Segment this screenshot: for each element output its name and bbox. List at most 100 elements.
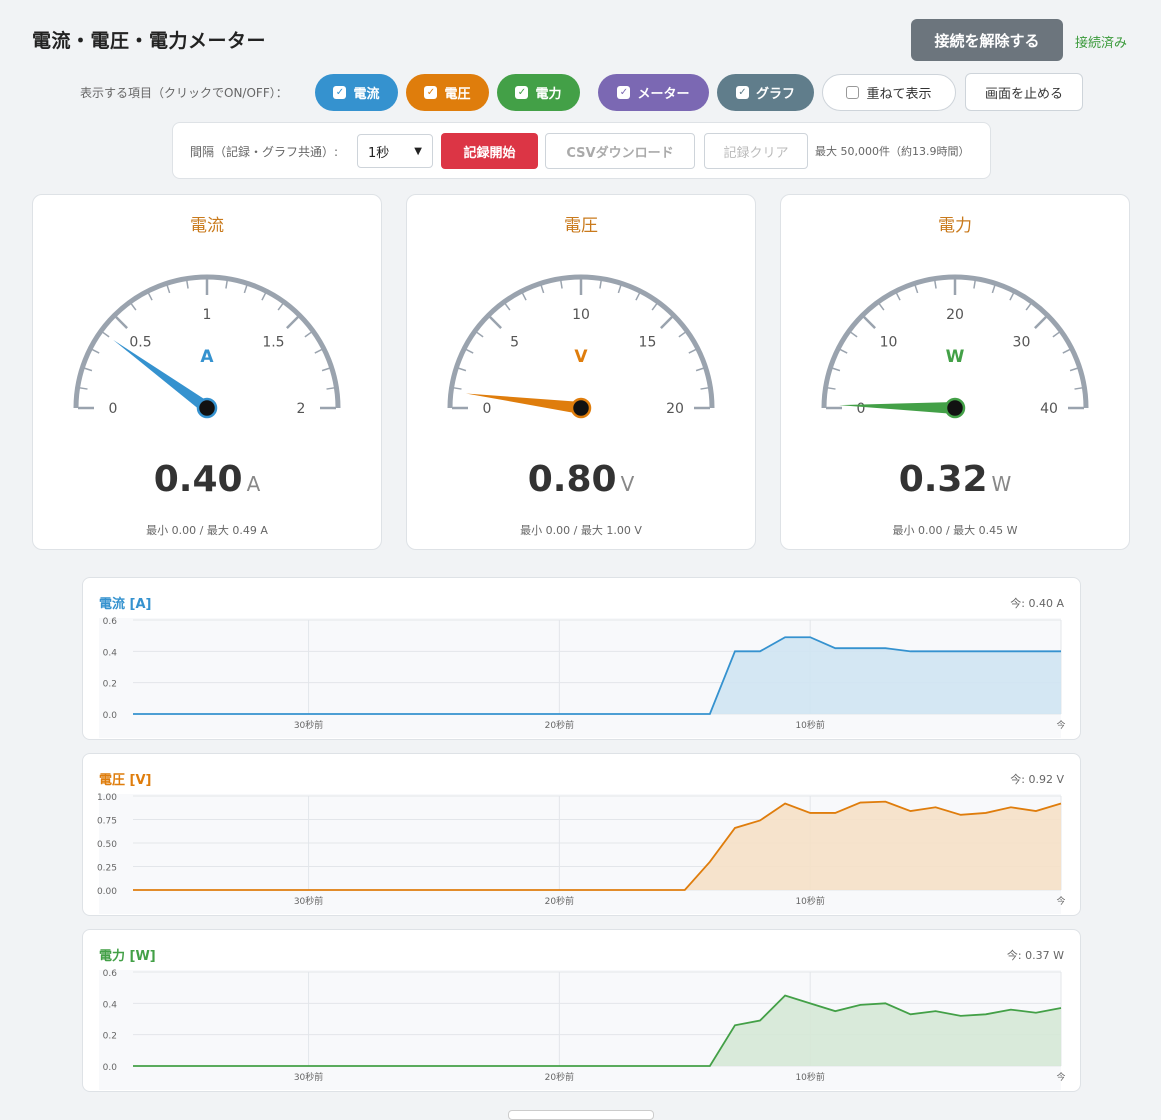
record-start-button[interactable]: 記録開始 — [441, 133, 538, 169]
record-clear-button[interactable]: 記録クリア — [704, 133, 808, 169]
csv-download-button[interactable]: CSVダウンロード — [545, 133, 695, 169]
toggle-overlay[interactable]: 重ねて表示 — [822, 74, 956, 111]
gauge-tick-label: 20 — [666, 401, 684, 417]
gauge-minor-tick — [1074, 387, 1083, 390]
chart-y-tick-label: 0.2 — [103, 1032, 117, 1042]
gauge-hub — [196, 397, 218, 419]
gauge-minor-tick — [839, 348, 848, 354]
gauge-minor-tick — [850, 331, 858, 338]
gauge-minor-tick — [560, 280, 563, 289]
gauge-minor-tick — [827, 387, 836, 390]
gauge-needle — [113, 339, 211, 413]
chart-y-tick-label: 0.0 — [103, 1063, 118, 1073]
gauge-major-tick — [1034, 315, 1048, 329]
toggle-label: グラフ — [755, 87, 795, 102]
gauge-minor-tick — [599, 280, 602, 289]
chart-plot: 0.0 0.2 0.4 0.6 30秒前 20秒前 10秒前 今 — [99, 617, 1066, 738]
gauge-major-tick — [114, 315, 128, 329]
gauge-minor-tick — [166, 285, 171, 294]
interval-select[interactable]: 1秒 ▼ — [357, 134, 433, 168]
gauge-minor-tick — [521, 292, 527, 301]
gauge-minor-tick — [1052, 331, 1060, 338]
gauge: 0 5 10 15 20 V — [447, 274, 715, 419]
meter-value: 0.32 — [898, 459, 988, 500]
gauge-minor-tick — [102, 331, 110, 338]
toggle-label: メーター — [637, 87, 690, 102]
meter-unit: W — [991, 472, 1012, 496]
checkbox-checked-icon: ✓ — [424, 86, 438, 99]
chart-plot: 0.00 0.25 0.50 0.75 1.00 30秒前 20秒前 10秒前 今 — [97, 793, 1066, 914]
pause-screen-button[interactable]: 画面を止める — [965, 73, 1083, 111]
chart-plot: 0.0 0.2 0.4 0.6 30秒前 20秒前 10秒前 今 — [99, 969, 1066, 1090]
chart-y-tick-label: 0.4 — [103, 1000, 118, 1010]
checkbox-checked-icon: ✓ — [617, 86, 631, 99]
gauge-tick-label: 20 — [946, 307, 964, 323]
gauge-minor-tick — [225, 280, 228, 289]
chart-x-tick-label: 20秒前 — [545, 895, 574, 907]
meter-unit: A — [246, 472, 261, 496]
interval-value: 1秒 — [368, 145, 390, 161]
chart-y-tick-label: 0.0 — [103, 711, 118, 721]
disconnect-button[interactable]: 接続を解除する — [911, 19, 1063, 61]
toggle-label: 電流 — [353, 87, 380, 102]
chart-x-tick-label: 30秒前 — [294, 719, 323, 731]
checkbox-checked-icon: ✓ — [735, 86, 749, 99]
gauge-tick-label: 40 — [1040, 401, 1058, 417]
gauge-hub — [570, 397, 592, 419]
gauge-tick-label: 30 — [1013, 335, 1031, 351]
gauge-arc — [821, 274, 1089, 409]
gauge: 0 0.5 1 1.5 2 A — [73, 274, 341, 419]
gauge-minor-tick — [465, 348, 474, 354]
chart-card-voltage: 電圧 [V] 今: 0.92 V 0.00 0.25 0.50 0.75 1.00 30秒… — [82, 753, 1081, 916]
chart-x-tick-label: 10秒前 — [795, 895, 824, 907]
gauge-minor-tick — [504, 303, 511, 311]
gauge-minor-tick — [934, 280, 937, 289]
gauge-minor-tick — [991, 285, 996, 294]
meter-readout: 0.32 W — [781, 459, 1129, 500]
gauge-tick-label: 1 — [203, 307, 212, 323]
gauge-tick-label: 1.5 — [262, 335, 284, 351]
toggle-power[interactable]: ✓ 電力 — [497, 74, 580, 111]
chart-y-tick-label: 0.6 — [103, 969, 118, 979]
gauge-major-tick — [660, 315, 674, 329]
meter-readout: 0.40 A — [33, 459, 381, 500]
gauge-major-tick — [862, 315, 876, 329]
gauge-minor-tick — [277, 303, 284, 311]
chart-x-tick-label: 10秒前 — [795, 1071, 824, 1083]
toggle-voltage[interactable]: ✓ 電圧 — [406, 74, 489, 111]
gauge-minor-tick — [1009, 292, 1015, 301]
meter-card-current: 電流 0 0.5 1 1.5 2 A 0.40 A 最小 0.00 / 最大 0.49 A — [32, 194, 382, 550]
gauge-tick-label: 10 — [572, 307, 590, 323]
gauge-tick-label: 2 — [297, 401, 306, 417]
gauge-minor-tick — [476, 331, 484, 338]
chevron-down-icon: ▼ — [414, 145, 422, 157]
toggle-label: 電力 — [535, 87, 562, 102]
chart-y-tick-label: 0.2 — [103, 680, 117, 690]
gauge-tick-label: 0 — [483, 401, 492, 417]
page-title: 電流・電圧・電力メーター — [32, 30, 267, 52]
meter-readout: 0.80 V — [407, 459, 755, 500]
toggle-current[interactable]: ✓ 電流 — [315, 74, 398, 111]
chart-x-tick-label: 今 — [1056, 719, 1065, 731]
gauge-unit-label: W — [946, 347, 965, 367]
gauge-minor-tick — [79, 387, 88, 390]
toggles-label: 表示する項目（クリックでON/OFF）： — [80, 86, 288, 100]
checkbox-unchecked-icon — [846, 86, 860, 99]
bottom-tab[interactable] — [508, 1110, 654, 1120]
gauge-minor-tick — [458, 367, 467, 372]
gauge-tick-label: 0 — [109, 401, 118, 417]
gauge-unit-label: A — [200, 347, 214, 367]
toggle-graph[interactable]: ✓ グラフ — [717, 74, 814, 111]
recording-panel: 間隔（記録・グラフ共通）: 1秒 ▼ 記録開始 CSVダウンロード 記録クリア … — [172, 122, 991, 179]
chart-y-tick-label: 0.00 — [97, 887, 117, 897]
chart-y-tick-label: 0.50 — [97, 840, 117, 850]
chart-y-tick-label: 0.75 — [97, 817, 117, 827]
toggle-meter[interactable]: ✓ メーター — [598, 74, 709, 111]
gauge-minor-tick — [895, 292, 901, 301]
gauge-minor-tick — [540, 285, 545, 294]
gauge-minor-tick — [261, 292, 267, 301]
gauge-tick-label: 5 — [510, 335, 519, 351]
gauge-minor-tick — [326, 387, 335, 390]
chart-x-tick-label: 30秒前 — [294, 1071, 323, 1083]
gauge-minor-tick — [1069, 367, 1078, 372]
